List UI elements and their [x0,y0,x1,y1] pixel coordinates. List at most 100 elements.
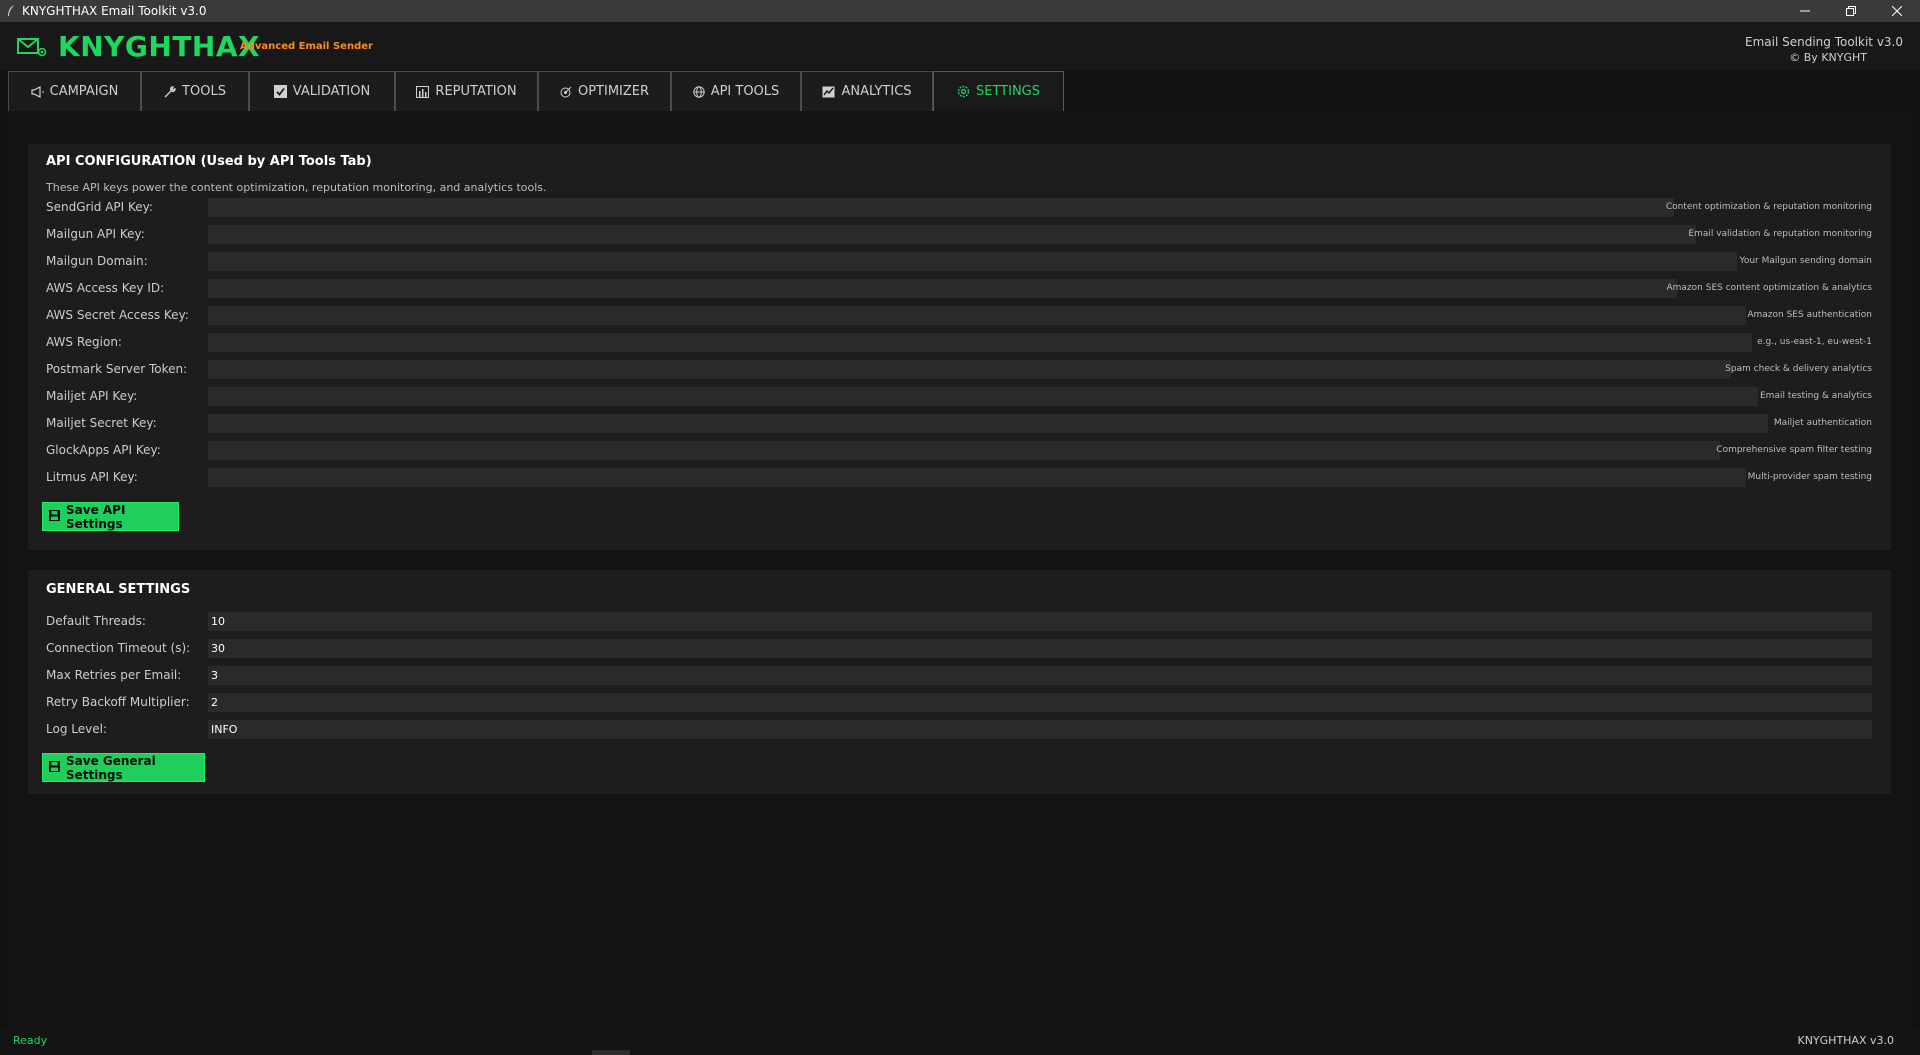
field-row-retry-backoff: Retry Backoff Multiplier: [46,693,1872,713]
tab-api-tools[interactable]: API TOOLS [671,71,801,111]
aws-secret-key-input[interactable] [208,306,1746,325]
field-row-connection-timeout: Connection Timeout (s): [46,639,1872,659]
api-config-panel: API CONFIGURATION (Used by API Tools Tab… [28,144,1891,550]
field-row-litmus-key: Litmus API Key: Multi-provider spam test… [46,468,1872,488]
button-label: Save API Settings [66,502,126,531]
mailjet-secret-key-input[interactable] [208,414,1768,433]
field-label: Log Level: [46,722,107,736]
bar-chart-icon [416,85,430,98]
close-button[interactable] [1874,0,1920,22]
minimize-button[interactable] [1782,0,1828,22]
field-row-aws-access-key: AWS Access Key ID: Amazon SES content op… [46,279,1872,299]
tab-label: OPTIMIZER [577,84,650,99]
tab-label: REPUTATION [435,84,517,99]
mailgun-domain-input[interactable] [208,252,1737,271]
field-label: Mailjet Secret Key: [46,416,157,430]
feather-icon [0,4,22,18]
email-at-icon [17,36,47,62]
field-label: Mailgun Domain: [46,254,148,268]
tab-optimizer[interactable]: OPTIMIZER [538,71,671,111]
app-subtitle: Advanced Email Sender [240,41,373,52]
max-retries-input[interactable] [208,666,1872,685]
field-label: AWS Secret Access Key: [46,308,189,322]
field-row-aws-secret-key: AWS Secret Access Key: Amazon SES authen… [46,306,1872,326]
line-chart-icon [822,86,835,98]
target-icon [560,86,572,98]
save-api-settings-button[interactable]: Save API Settings [42,502,179,531]
restore-button[interactable] [1828,0,1874,22]
field-hint: Email validation & reputation monitoring [1688,229,1872,239]
tab-campaign[interactable]: CAMPAIGN [8,71,141,111]
app-header: KNYGHTHAX Advanced Email Sender Email Se… [0,22,1920,70]
tab-label: API TOOLS [710,84,780,99]
field-label: Max Retries per Email: [46,668,182,682]
tab-label: SETTINGS [975,84,1040,99]
field-label: SendGrid API Key: [46,200,153,214]
field-row-mailgun-domain: Mailgun Domain: Your Mailgun sending dom… [46,252,1872,272]
app-logo-text: KNYGHTHAX [58,30,261,63]
field-hint: Spam check & delivery analytics [1725,364,1872,374]
field-row-mailjet-key: Mailjet API Key: Email testing & analyti… [46,387,1872,407]
megaphone-icon [31,85,44,98]
sendgrid-api-key-input[interactable] [208,198,1674,217]
connection-timeout-input[interactable] [208,639,1872,658]
field-row-sendgrid-key: SendGrid API Key: Content optimization &… [46,198,1872,218]
litmus-api-key-input[interactable] [208,468,1746,487]
field-hint: Amazon SES content optimization & analyt… [1666,283,1873,293]
field-row-postmark-token: Postmark Server Token: Spam check & deli… [46,360,1872,380]
floppy-disk-icon [49,509,60,524]
tab-tools[interactable]: TOOLS [141,71,249,111]
tab-label: VALIDATION [292,84,371,99]
settings-content: API CONFIGURATION (Used by API Tools Tab… [8,111,1912,1029]
glockapps-api-key-input[interactable] [208,441,1720,460]
wrench-icon [164,85,176,98]
window-title: KNYGHTHAX Email Toolkit v3.0 [22,4,207,18]
status-text: Ready [13,1034,48,1047]
mailjet-api-key-input[interactable] [208,387,1758,406]
general-settings-title: GENERAL SETTINGS [46,582,191,597]
header-info: Email Sending Toolkit v3.0 © By KNYGHT [1745,34,1903,66]
globe-icon [692,85,705,98]
mailgun-api-key-input[interactable] [208,225,1696,244]
floppy-disk-icon [49,760,60,775]
postmark-token-input[interactable] [208,360,1731,379]
log-level-input[interactable] [208,720,1872,739]
field-label: Mailjet API Key: [46,389,138,403]
aws-region-input[interactable] [208,333,1752,352]
default-threads-input[interactable] [208,612,1872,631]
tab-settings[interactable]: SETTINGS [933,71,1064,111]
tab-label: ANALYTICS [841,84,912,99]
field-label: Mailgun API Key: [46,227,145,241]
scroll-handle[interactable] [592,1050,630,1055]
status-version: KNYGHTHAX v3.0 [1797,1034,1894,1047]
field-row-log-level: Log Level: [46,720,1872,740]
field-label: Litmus API Key: [46,470,138,484]
field-label: GlockApps API Key: [46,443,161,457]
main-tabs: CAMPAIGN TOOLS VALIDATION REPUTATION OPT… [8,71,1064,111]
field-row-mailjet-secret: Mailjet Secret Key: Mailjet authenticati… [46,414,1872,434]
field-row-mailgun-key: Mailgun API Key: Email validation & repu… [46,225,1872,245]
field-label: Connection Timeout (s): [46,641,191,655]
tab-label: TOOLS [182,84,226,99]
tab-analytics[interactable]: ANALYTICS [801,71,933,111]
aws-access-key-input[interactable] [208,279,1677,298]
field-hint: Email testing & analytics [1760,391,1872,401]
field-label: Retry Backoff Multiplier: [46,695,190,709]
field-label: AWS Region: [46,335,122,349]
save-general-settings-button[interactable]: Save General Settings [42,753,205,782]
field-hint: Mailjet authentication [1773,418,1872,428]
field-label: Default Threads: [46,614,146,628]
field-row-glockapps-key: GlockApps API Key: Comprehensive spam fi… [46,441,1872,461]
field-row-max-retries: Max Retries per Email: [46,666,1872,686]
tab-validation[interactable]: VALIDATION [249,71,395,111]
general-settings-panel: GENERAL SETTINGS Default Threads: Connec… [28,570,1891,794]
header-copyright: © By KNYGHT [1789,51,1867,64]
field-hint: e.g., us-east-1, eu-west-1 [1757,337,1872,347]
tab-label: CAMPAIGN [49,84,119,99]
tab-reputation[interactable]: REPUTATION [395,71,538,111]
retry-backoff-input[interactable] [208,693,1872,712]
field-hint: Amazon SES authentication [1747,310,1872,320]
header-version: Email Sending Toolkit v3.0 [1745,35,1903,49]
checkbox-icon [273,85,287,98]
gear-icon [957,85,970,98]
